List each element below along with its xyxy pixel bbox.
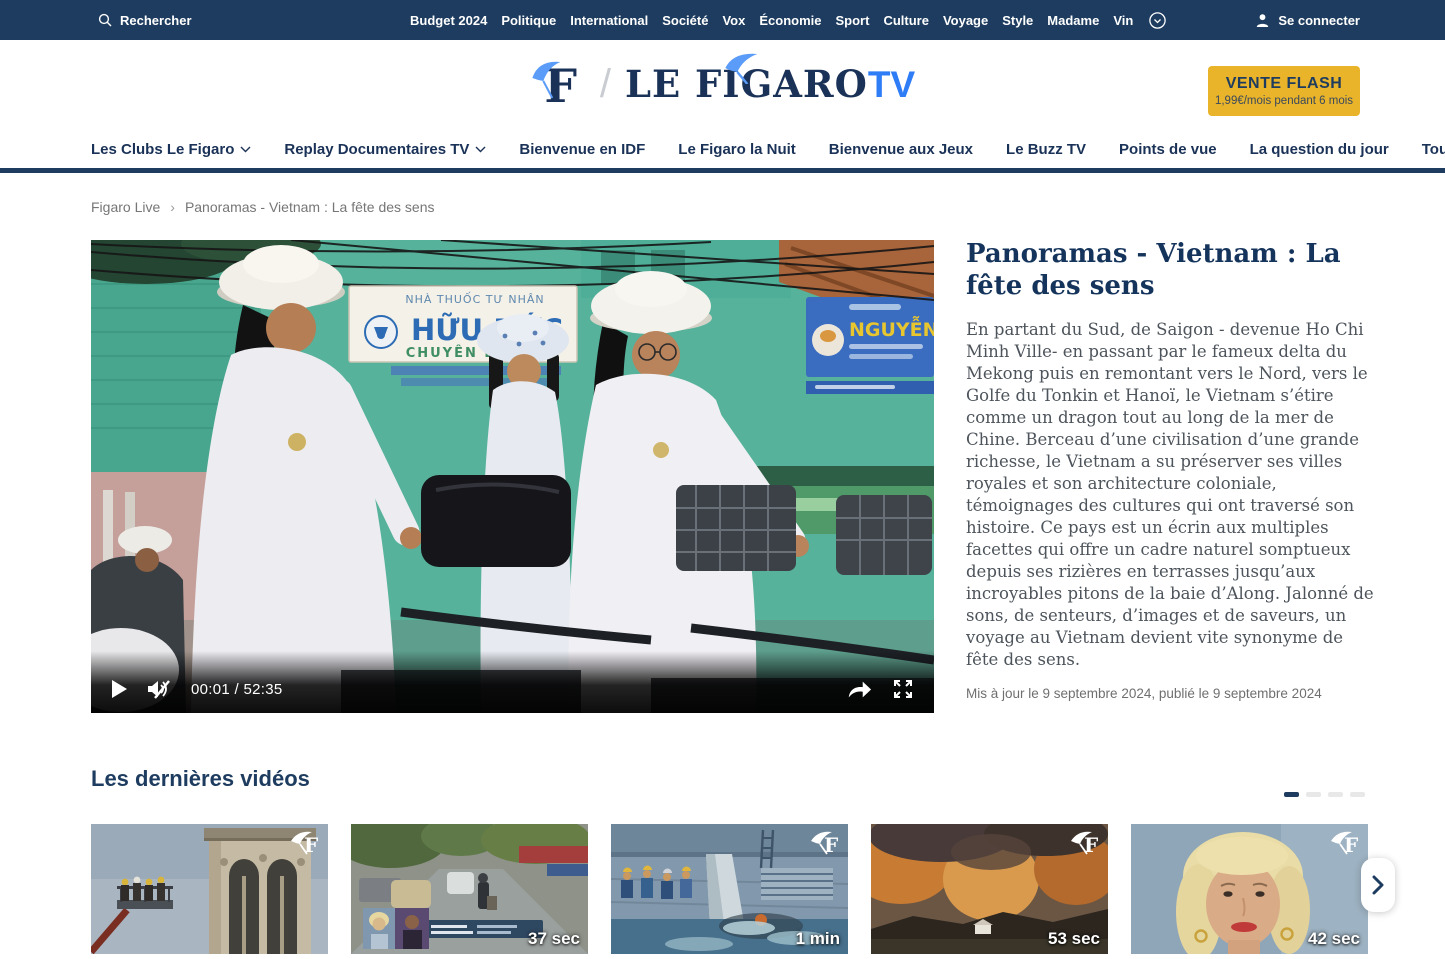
video-carousel: F [91,824,1368,954]
carousel-pagination [1284,792,1365,797]
figaro-watermark-icon: F [290,829,322,856]
logo-slash: / [600,62,611,107]
site-header: F / LE FIGAROTV VENTE FLASH 1,99€/mois p… [0,40,1445,131]
video-duration: 53 sec [1048,929,1100,949]
breadcrumb: Figaro Live › Panoramas - Vietnam : La f… [91,199,434,215]
svg-text:F: F [1344,833,1358,856]
video-thumbnail-woman-portrait[interactable]: F 42 sec [1131,824,1368,954]
svg-text:F: F [304,833,318,856]
menu-item-budget[interactable]: Budget 2024 [410,13,487,28]
menu-item-societe[interactable]: Société [662,13,708,28]
figaro-f-monogram: F [530,54,586,114]
subnav-figaro-la-nuit[interactable]: Le Figaro la Nuit [678,141,796,158]
svg-text:F: F [1084,833,1098,856]
video-frame-vietnam-street: NGUYỄN NHÀ THUỐC TƯ NHÂN HỮU ĐỨC CHUYÊN … [91,240,934,713]
play-icon [111,680,127,698]
fullscreen-button[interactable] [892,678,914,700]
search-button[interactable]: Rechercher [98,0,192,40]
breadcrumb-figaro-live[interactable]: Figaro Live [91,199,160,215]
subnav-bienvenue-jeux[interactable]: Bienvenue aux Jeux [829,141,973,158]
svg-text:F: F [824,833,838,856]
menu-item-voyage[interactable]: Voyage [943,13,988,28]
page-title: Panoramas - Vietnam : La fête des sens [966,238,1378,302]
fullscreen-icon [892,678,914,700]
subnav-bienvenue-idf[interactable]: Bienvenue en IDF [519,141,645,158]
user-icon [1255,13,1270,28]
vente-flash-subtitle: 1,99€/mois pendant 6 mois [1215,95,1353,107]
shop-sign-text: NGUYỄN [849,314,934,341]
pagination-dash-3[interactable] [1328,792,1343,797]
share-arrow-icon [846,679,872,699]
video-player[interactable]: NGUYỄN NHÀ THUỐC TƯ NHÂN HỮU ĐỨC CHUYÊN … [91,240,934,713]
search-label: Rechercher [120,13,192,28]
chevron-down-circle-icon [1149,12,1166,29]
chevron-right-icon [1372,875,1384,895]
subnav-clubs[interactable]: Les Clubs Le Figaro [91,141,251,158]
article-description: En partant du Sud, de Saigon - devenue H… [966,319,1378,671]
video-duration: 42 sec [1308,929,1360,949]
login-label: Se connecter [1278,13,1360,28]
menu-item-style[interactable]: Style [1002,13,1033,28]
vente-flash-title: VENTE FLASH [1226,75,1343,93]
vente-flash-button[interactable]: VENTE FLASH 1,99€/mois pendant 6 mois [1208,66,1360,116]
top-bar: Rechercher Budget 2024 Politique Interna… [0,0,1445,40]
figaro-watermark-icon: F [1330,829,1362,856]
time-display: 00:01 / 52:35 [191,681,282,698]
menu-item-madame[interactable]: Madame [1047,13,1099,28]
subnav-buzz-tv[interactable]: Le Buzz TV [1006,141,1086,158]
video-thumbnail-paris-street[interactable]: 37 sec [351,824,588,954]
menu-more-button[interactable] [1149,12,1166,29]
carousel-next-button[interactable] [1361,858,1395,912]
play-button[interactable] [111,680,127,698]
logo-wordmark: LE FIGAROTV [625,62,915,106]
menu-item-international[interactable]: International [570,13,648,28]
menu-item-vox[interactable]: Vox [722,13,745,28]
share-button[interactable] [846,679,872,699]
pagination-dash-4[interactable] [1350,792,1365,797]
subnav-tous-programmes[interactable]: Tous les programmes [1422,141,1445,158]
search-icon [98,13,112,27]
menu-item-sport[interactable]: Sport [835,13,869,28]
login-button[interactable]: Se connecter [1255,0,1360,40]
feather-icon [723,50,767,84]
breadcrumb-current: Panoramas - Vietnam : La fête des sens [185,199,435,215]
video-thumbnail-whaling-ship[interactable]: F 1 min [611,824,848,954]
top-menu: Budget 2024 Politique International Soci… [410,0,1166,40]
video-thumbnail-wildfire[interactable]: F 53 sec [871,824,1108,954]
player-controls: 00:01 / 52:35 [91,651,934,713]
menu-item-politique[interactable]: Politique [501,13,556,28]
wire-basket-2 [836,495,932,575]
figaro-watermark-icon: F [1070,829,1102,856]
mute-button[interactable] [147,679,171,699]
figaro-watermark-icon: F [810,829,842,856]
wire-basket [676,485,796,571]
article-panel: Panoramas - Vietnam : La fête des sens E… [966,238,1378,701]
sub-navigation: Les Clubs Le Figaro Replay Documentaires… [0,131,1445,173]
site-logo[interactable]: F / LE FIGAROTV [530,54,915,114]
pagination-dash-1[interactable] [1284,792,1299,797]
breadcrumb-separator: › [170,199,175,215]
muted-volume-icon [147,679,171,699]
latest-videos-title: Les dernières vidéos [91,766,310,792]
subnav-points-de-vue[interactable]: Points de vue [1119,141,1217,158]
video-duration: 37 sec [528,929,580,949]
menu-item-vin[interactable]: Vin [1113,13,1133,28]
subnav-replay-documentaires[interactable]: Replay Documentaires TV [284,141,486,158]
video-duration: 1 min [796,929,840,949]
svg-text:NHÀ THUỐC TƯ NHÂN: NHÀ THUỐC TƯ NHÂN [405,292,544,306]
logo-tv: TV [868,64,915,106]
article-dateline: Mis à jour le 9 septembre 2024, publié l… [966,686,1378,701]
chevron-down-icon [475,146,486,153]
chevron-down-icon [240,146,251,153]
video-thumbnail-notre-dame[interactable]: F [91,824,328,954]
subnav-question-du-jour[interactable]: La question du jour [1250,141,1389,158]
menu-item-culture[interactable]: Culture [883,13,929,28]
pagination-dash-2[interactable] [1306,792,1321,797]
menu-item-economie[interactable]: Économie [759,13,821,28]
